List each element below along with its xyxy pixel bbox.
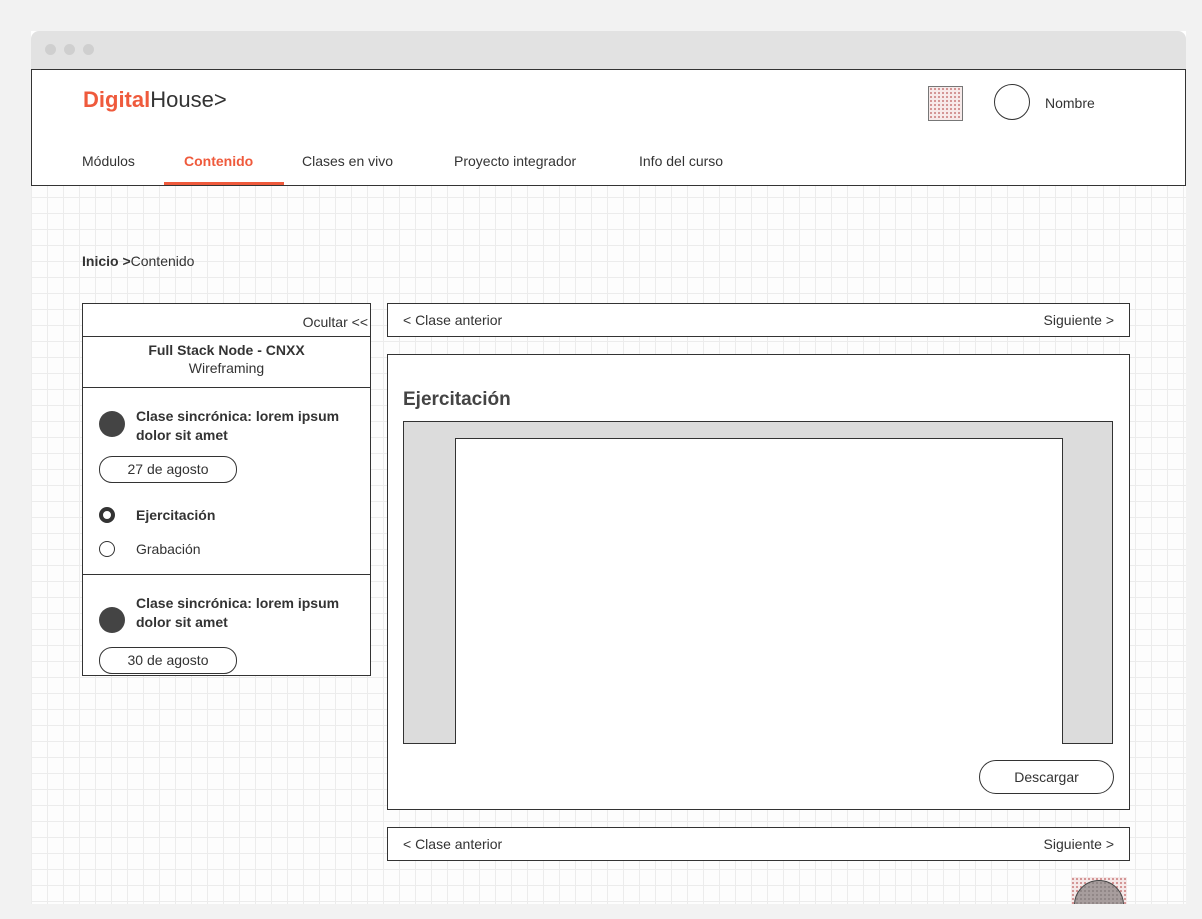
window-minimize-dot[interactable] — [64, 44, 75, 55]
site-header: DigitalHouse> Nombre — [31, 69, 1186, 138]
next-class-link[interactable]: Siguiente > — [1044, 312, 1114, 328]
class-status-icon — [99, 607, 125, 633]
media-viewer[interactable] — [403, 421, 1113, 744]
avatar[interactable] — [994, 84, 1030, 120]
course-title: Full Stack Node - CNXX — [148, 342, 305, 358]
tab-info-del-curso[interactable]: Info del curso — [639, 153, 723, 169]
panel-title: Ejercitación — [403, 389, 511, 410]
previous-class-link[interactable]: < Clase anterior — [403, 312, 502, 328]
logo-brand: Digital — [83, 87, 151, 112]
radio-grabacion[interactable] — [99, 541, 115, 557]
download-button[interactable]: Descargar — [979, 760, 1114, 794]
floating-action-button[interactable] — [1071, 877, 1127, 904]
breadcrumb: Inicio >Contenido — [82, 253, 194, 269]
window-titlebar — [31, 31, 1186, 69]
class-date-badge: 27 de agosto — [99, 456, 237, 483]
main-nav: Módulos Contenido Clases en vivo Proyect… — [31, 136, 1186, 186]
active-tab-indicator — [164, 182, 284, 185]
course-subtitle: Wireframing — [188, 360, 265, 376]
site-logo[interactable]: DigitalHouse> — [83, 87, 227, 113]
window-close-dot[interactable] — [45, 44, 56, 55]
tab-modulos[interactable]: Módulos — [82, 153, 135, 169]
course-sidebar: Ocultar << Full Stack Node - CNXX Wirefr… — [82, 303, 371, 676]
exercise-panel: Ejercitación Descargar — [387, 354, 1130, 810]
media-document[interactable] — [455, 438, 1063, 744]
tab-proyecto-integrador[interactable]: Proyecto integrador — [454, 153, 576, 169]
sidebar-divider — [83, 336, 370, 337]
page-content: DigitalHouse> Nombre Módulos Contenido C… — [31, 69, 1186, 904]
tab-clases-en-vivo[interactable]: Clases en vivo — [302, 153, 393, 169]
breadcrumb-home[interactable]: Inicio > — [82, 253, 131, 269]
class-pager-top: < Clase anterior Siguiente > — [387, 303, 1130, 337]
browser-window: DigitalHouse> Nombre Módulos Contenido C… — [31, 31, 1186, 904]
next-class-link[interactable]: Siguiente > — [1044, 836, 1114, 852]
chat-icon — [1074, 880, 1124, 904]
option-grabacion-label[interactable]: Grabación — [136, 541, 201, 557]
class-pager-bottom: < Clase anterior Siguiente > — [387, 827, 1130, 861]
user-name[interactable]: Nombre — [1045, 95, 1095, 111]
sidebar-divider — [83, 574, 370, 575]
class-status-icon — [99, 411, 125, 437]
class-date-badge: 30 de agosto — [99, 647, 237, 674]
sidebar-divider — [83, 387, 370, 388]
window-maximize-dot[interactable] — [83, 44, 94, 55]
class-title[interactable]: Clase sincrónica: lorem ipsum dolor sit … — [136, 594, 346, 632]
hide-sidebar-link[interactable]: Ocultar << — [303, 314, 368, 330]
notification-icon[interactable] — [928, 86, 963, 121]
radio-ejercitacion[interactable] — [99, 507, 115, 523]
logo-rest: House> — [150, 87, 227, 112]
option-ejercitacion-label[interactable]: Ejercitación — [136, 507, 215, 523]
class-title[interactable]: Clase sincrónica: lorem ipsum dolor sit … — [136, 407, 346, 445]
previous-class-link[interactable]: < Clase anterior — [403, 836, 502, 852]
tab-contenido[interactable]: Contenido — [184, 153, 253, 169]
breadcrumb-current: Contenido — [130, 253, 195, 269]
